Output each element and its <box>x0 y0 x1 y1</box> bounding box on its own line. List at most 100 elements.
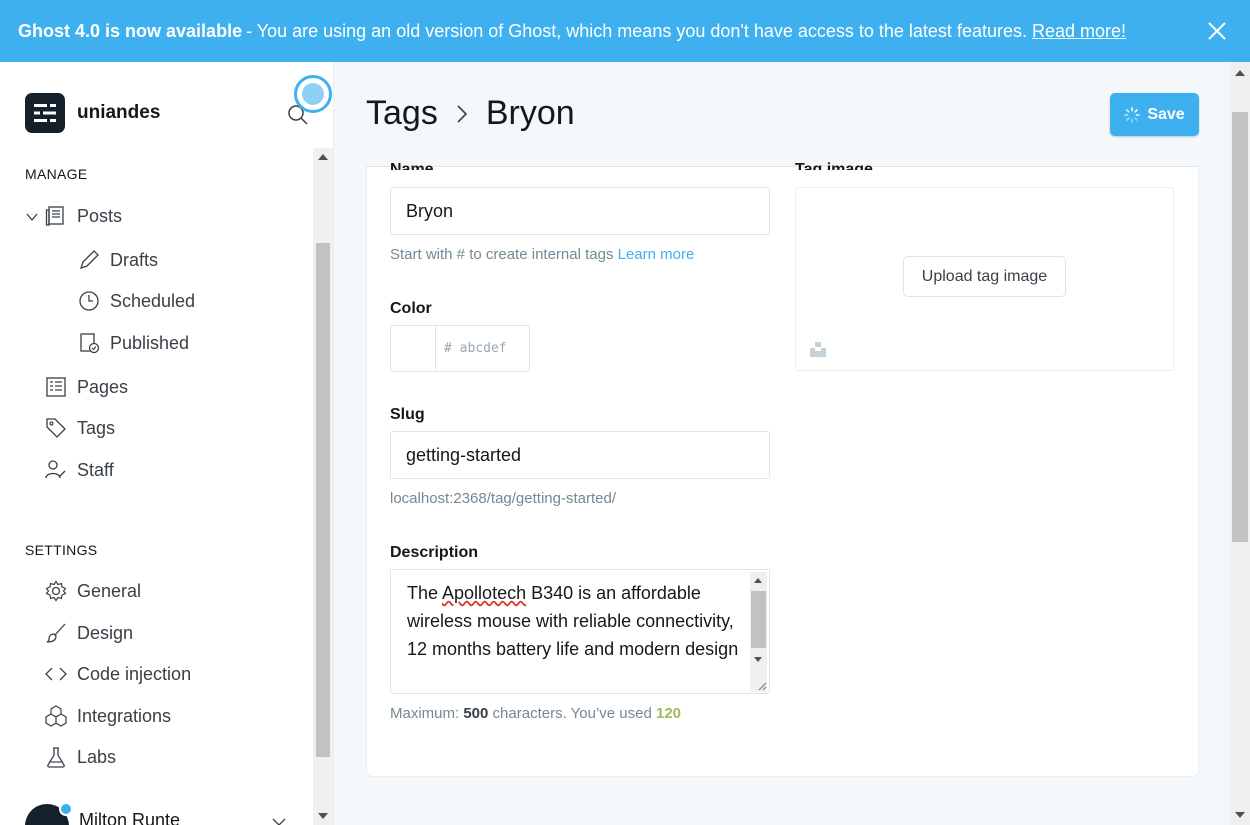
sidebar-item-posts[interactable]: Posts <box>45 205 122 227</box>
color-label: Color <box>390 300 432 317</box>
sidebar-item-label: Scheduled <box>110 290 196 311</box>
sidebar-item-label: Drafts <box>110 249 159 270</box>
notification-dot <box>59 802 73 816</box>
chevron-down-icon[interactable] <box>25 210 39 224</box>
user-menu[interactable]: Milton Runte <box>25 802 181 825</box>
card-divider <box>366 166 1199 167</box>
avatar <box>25 802 73 825</box>
slug-label: Slug <box>390 406 425 423</box>
sidebar-item-label: Pages <box>77 376 129 397</box>
brush-icon <box>46 623 66 643</box>
sidebar-item-scheduled[interactable]: Scheduled <box>78 290 195 312</box>
textarea-scrollbar[interactable] <box>750 572 767 692</box>
scrollbar-thumb[interactable] <box>316 243 330 757</box>
sidebar-item-label: Design <box>77 622 134 643</box>
resize-handle-icon[interactable] <box>755 679 767 691</box>
sidebar-scrollbar[interactable] <box>313 148 333 825</box>
spinner-icon <box>1124 106 1141 123</box>
pages-icon <box>46 377 66 397</box>
sidebar-item-design[interactable]: Design <box>45 622 133 644</box>
sidebar-item-label: Posts <box>77 205 123 226</box>
sidebar-item-label: General <box>77 580 142 601</box>
main-scrollbar[interactable] <box>1230 62 1250 825</box>
site-name: uniandes <box>77 102 161 123</box>
sidebar: uniandes MANAGE Posts Drafts Scheduled P… <box>0 62 334 825</box>
slug-url: localhost:2368/tag/getting-started/ <box>390 490 616 507</box>
page-title: Bryon <box>485 94 575 132</box>
scroll-up-arrow[interactable] <box>754 578 762 583</box>
sidebar-item-drafts[interactable]: Drafts <box>78 249 158 271</box>
sidebar-item-labs[interactable]: Labs <box>45 746 116 768</box>
sidebar-item-general[interactable]: General <box>45 580 141 602</box>
manage-section-title: MANAGE <box>25 166 88 182</box>
sidebar-item-label: Code injection <box>77 663 192 684</box>
max-value: 500 <box>463 705 489 722</box>
flask-icon <box>47 747 65 768</box>
code-icon <box>45 667 67 681</box>
pencil-icon <box>79 250 99 270</box>
update-banner: Ghost 4.0 is now available - You are usi… <box>0 0 1250 62</box>
scroll-up-arrow[interactable] <box>1235 70 1245 76</box>
tag-image-label: Tag image <box>795 161 873 170</box>
name-input[interactable]: Bryon <box>390 187 770 235</box>
color-hex-input[interactable]: # abcdef <box>436 326 507 371</box>
scrollbar-thumb[interactable] <box>1232 112 1248 542</box>
color-picker[interactable]: # abcdef <box>390 325 530 372</box>
description-text: The Apollotech B340 is an affordable wir… <box>407 583 739 659</box>
integrations-icon <box>45 705 67 727</box>
sidebar-item-tags[interactable]: Tags <box>45 417 115 439</box>
banner-message: - You are using an old version of Ghost,… <box>246 20 1027 41</box>
sidebar-item-label: Labs <box>77 746 117 767</box>
misspelled-word: Apollotech <box>442 583 527 603</box>
color-swatch[interactable] <box>391 326 436 371</box>
sidebar-item-label: Staff <box>77 459 114 480</box>
user-name: Milton Runte <box>79 809 181 825</box>
breadcrumb-tags-link[interactable]: Tags <box>366 94 438 133</box>
sidebar-item-staff[interactable]: Staff <box>45 459 114 481</box>
description-counter: Maximum: 500 characters. You’ve used 120 <box>390 705 681 722</box>
notification-pulse <box>294 75 332 113</box>
sidebar-item-integrations[interactable]: Integrations <box>45 705 171 727</box>
sidebar-item-label: Tags <box>77 417 116 438</box>
max-middle: characters. You’ve used <box>492 705 652 722</box>
upload-tag-image-button[interactable]: Upload tag image <box>903 256 1066 297</box>
name-label: Name <box>390 161 434 170</box>
save-button[interactable]: Save <box>1110 93 1199 136</box>
banner-title: Ghost 4.0 is now available <box>18 20 243 41</box>
description-label: Description <box>390 544 479 561</box>
name-help: Start with # to create internal tags Lea… <box>390 246 694 263</box>
sidebar-item-code-injection[interactable]: Code injection <box>45 663 191 685</box>
scroll-down-arrow[interactable] <box>1235 812 1245 818</box>
scroll-up-arrow[interactable] <box>318 154 328 160</box>
tag-icon <box>46 418 66 438</box>
site-brand[interactable]: uniandes <box>25 93 160 133</box>
breadcrumb: Tags Bryon <box>366 94 575 133</box>
chevron-right-icon <box>457 104 467 123</box>
sidebar-item-pages[interactable]: Pages <box>45 376 128 398</box>
scroll-down-arrow[interactable] <box>754 657 762 662</box>
used-count: 120 <box>656 705 682 722</box>
gear-icon <box>45 580 67 602</box>
banner-read-more-link[interactable]: Read more! <box>1032 21 1126 42</box>
sidebar-item-label: Published <box>110 332 190 353</box>
sidebar-item-label: Integrations <box>77 705 172 726</box>
clock-icon <box>79 291 99 311</box>
learn-more-link[interactable]: Learn more <box>618 246 695 263</box>
ghost-logo-icon <box>34 104 56 122</box>
staff-icon <box>45 460 66 479</box>
close-icon[interactable] <box>1206 20 1228 42</box>
name-help-text: Start with # to create internal tags <box>390 246 614 263</box>
settings-section-title: SETTINGS <box>25 542 98 558</box>
posts-icon <box>45 206 64 226</box>
max-prefix: Maximum: <box>390 705 460 722</box>
chevron-down-icon[interactable] <box>271 818 287 825</box>
sidebar-item-published[interactable]: Published <box>78 332 189 354</box>
save-button-label: Save <box>1147 105 1185 123</box>
description-textarea[interactable]: The Apollotech B340 is an affordable wir… <box>390 569 770 694</box>
slug-input[interactable]: getting-started <box>390 431 770 479</box>
unsplash-icon[interactable] <box>809 340 827 358</box>
scroll-down-arrow[interactable] <box>318 813 328 819</box>
site-logo <box>25 93 65 133</box>
scrollbar-thumb[interactable] <box>751 591 766 648</box>
published-icon <box>80 333 100 354</box>
